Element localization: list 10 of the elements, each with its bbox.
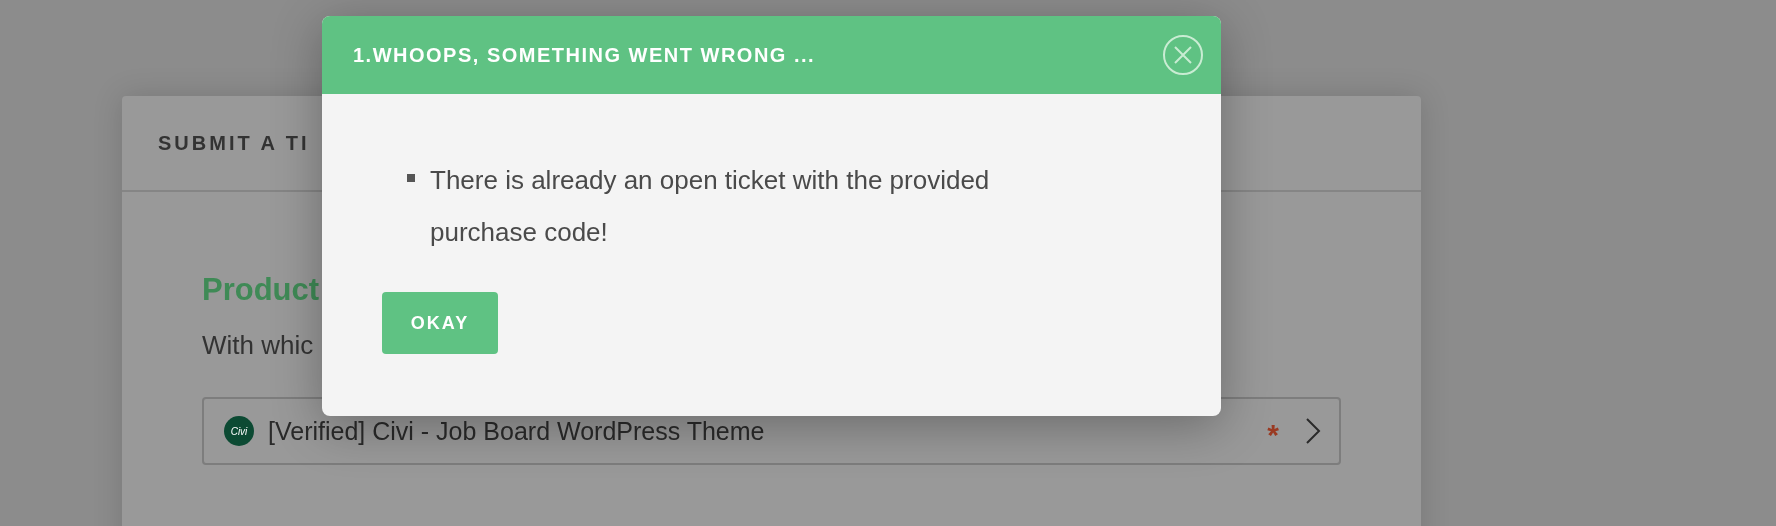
close-icon[interactable] <box>1162 34 1204 76</box>
section-title: Product <box>202 272 320 308</box>
question-text: With whic <box>202 330 314 361</box>
dialog-title: 1.WHOOPS, SOMETHING WENT WRONG ... <box>353 43 816 67</box>
required-mark: * <box>1267 418 1279 452</box>
card-title: SUBMIT A TI <box>158 131 310 155</box>
product-logo: Civi <box>224 416 254 446</box>
error-message: There is already an open ticket with the provided purchase code! <box>430 164 991 249</box>
bullet-icon <box>407 174 415 182</box>
chevron-icon <box>1305 417 1321 445</box>
